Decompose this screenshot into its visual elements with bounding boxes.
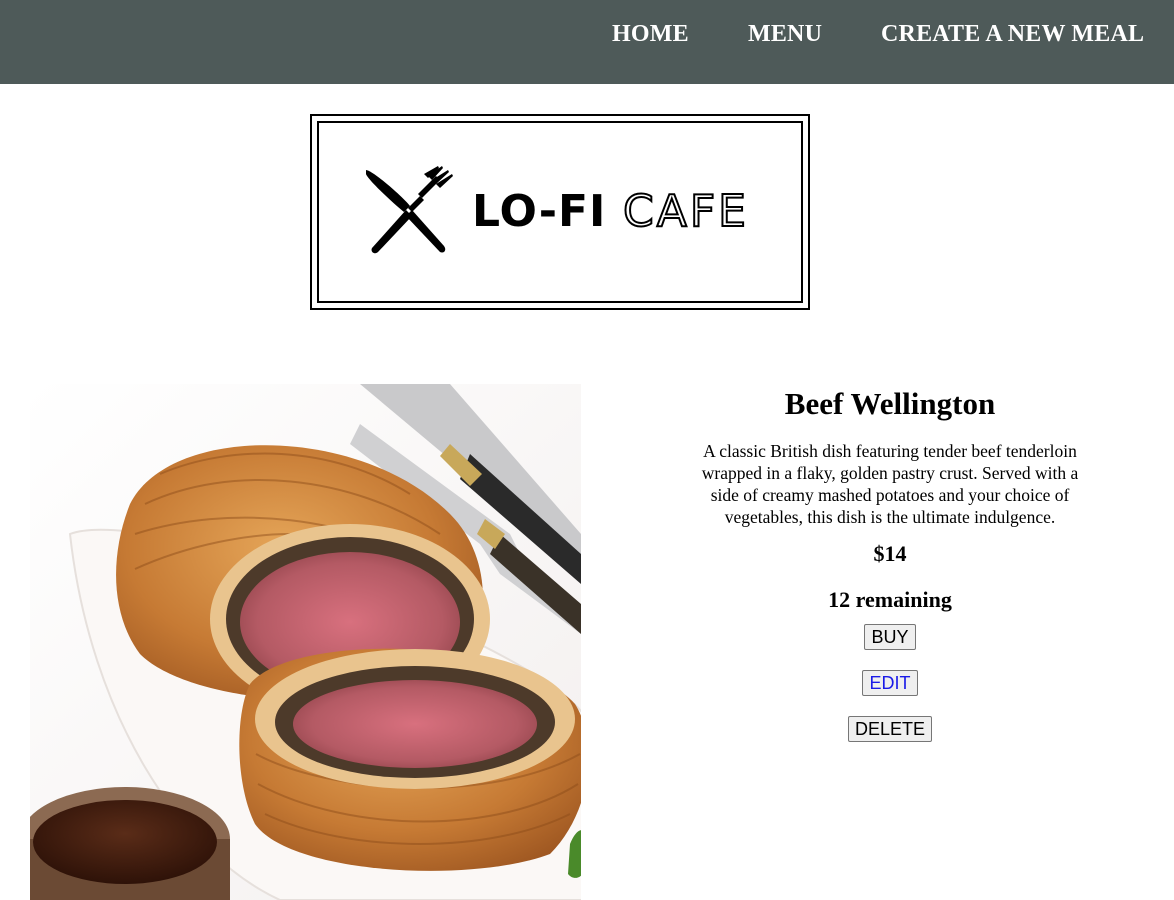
logo-text-lofi: LO-FI: [472, 186, 607, 237]
meal-description: A classic British dish featuring tender …: [701, 441, 1079, 527]
cafe-logo: LO-FI CAFE: [310, 114, 810, 310]
edit-button-row: EDIT: [690, 670, 1090, 716]
nav-menu-link[interactable]: MENU: [748, 20, 822, 48]
fork-knife-icon: [366, 166, 453, 254]
delete-button-row: DELETE: [690, 716, 1090, 762]
delete-button[interactable]: DELETE: [847, 716, 933, 742]
nav-home-link[interactable]: HOME: [612, 20, 689, 48]
edit-button[interactable]: EDIT: [862, 670, 918, 696]
meal-image: [30, 384, 581, 900]
logo-text-cafe: CAFE: [622, 186, 749, 237]
buy-button[interactable]: BUY: [864, 624, 916, 650]
buy-button-row: BUY: [690, 624, 1090, 670]
nav-create-meal-link[interactable]: CREATE A NEW MEAL: [881, 20, 1144, 48]
meal-details: Beef Wellington A classic British dish f…: [690, 384, 1090, 762]
navbar: HOME MENU CREATE A NEW MEAL: [0, 0, 1174, 84]
meal-price: $14: [873, 541, 907, 566]
meal-remaining-count: 12 remaining: [828, 587, 952, 612]
meal-title: Beef Wellington: [784, 386, 996, 421]
beef-wellington-illustration: [30, 384, 581, 900]
